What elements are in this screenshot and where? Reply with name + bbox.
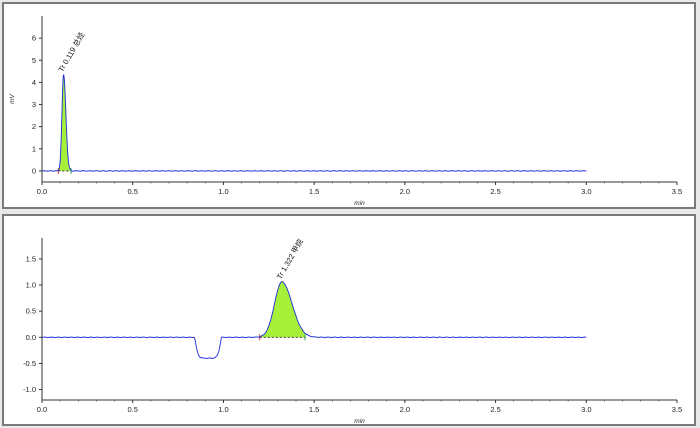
x-axis-title: min [354, 418, 365, 425]
y-tick-label: 1.5 [26, 254, 36, 263]
x-tick-label: 3.0 [581, 405, 591, 414]
y-axis-title: mV [9, 93, 16, 103]
peak-label: Tr 0.119 总烃 [56, 30, 87, 74]
y-tick-label: 0.5 [26, 307, 36, 316]
x-tick-label: 0.0 [37, 405, 47, 414]
chromatogram-panel-bottom: 0.0 0.5 1.0 1.5 2.0 2.5 3.0 3.5 -1.0 -0.5 0.0 0.5 1.… [2, 214, 696, 426]
chromatogram-panel-top: 0.0 0.5 1.0 1.5 2.0 2.5 3.0 3.5 0 1 2 3 4 5 6 min mV Tr 0… [2, 2, 696, 209]
x-tick-label: 3.5 [672, 187, 682, 196]
chromatogram-plot-top[interactable]: 0.0 0.5 1.0 1.5 2.0 2.5 3.0 3.5 0 1 2 3 4 5 6 min mV Tr 0… [4, 4, 694, 207]
x-tick-label: 2.0 [400, 187, 410, 196]
x-tick-label: 1.5 [309, 405, 319, 414]
chromatogram-plot-bottom[interactable]: 0.0 0.5 1.0 1.5 2.0 2.5 3.0 3.5 -1.0 -0.5 0.0 0.5 1.… [4, 216, 694, 425]
y-tick-label: 4 [32, 78, 36, 87]
y-tick-label: -1.0 [23, 385, 36, 394]
x-tick-label: 0.5 [127, 405, 137, 414]
y-tick-label: 6 [32, 34, 36, 43]
x-tick-label: 2.5 [490, 187, 500, 196]
x-tick-label: 0.0 [37, 187, 47, 196]
x-tick-label: 2.5 [490, 405, 500, 414]
x-tick-label: 1.0 [218, 405, 228, 414]
x-tick-label: 2.0 [400, 405, 410, 414]
peak-label: Tr 1.322 甲烷 [274, 237, 305, 281]
x-tick-label: 1.0 [218, 187, 228, 196]
y-tick-label: 0 [32, 166, 36, 175]
peak-area [259, 281, 306, 338]
y-tick-label: -0.5 [23, 359, 36, 368]
y-tick-label: 0.0 [26, 333, 36, 342]
chromatogram-trace [41, 74, 587, 172]
y-tick-label: 2 [32, 122, 36, 131]
x-tick-label: 0.5 [127, 187, 137, 196]
x-tick-label: 3.0 [581, 187, 591, 196]
y-tick-label: 3 [32, 100, 36, 109]
y-tick-label: 1.0 [26, 281, 36, 290]
x-tick-label: 1.5 [309, 187, 319, 196]
chromatogram-trace [41, 281, 587, 359]
x-tick-label: 3.5 [672, 405, 682, 414]
x-axis-title: min [354, 200, 365, 207]
y-tick-label: 5 [32, 56, 36, 65]
y-tick-label: 1 [32, 144, 36, 153]
